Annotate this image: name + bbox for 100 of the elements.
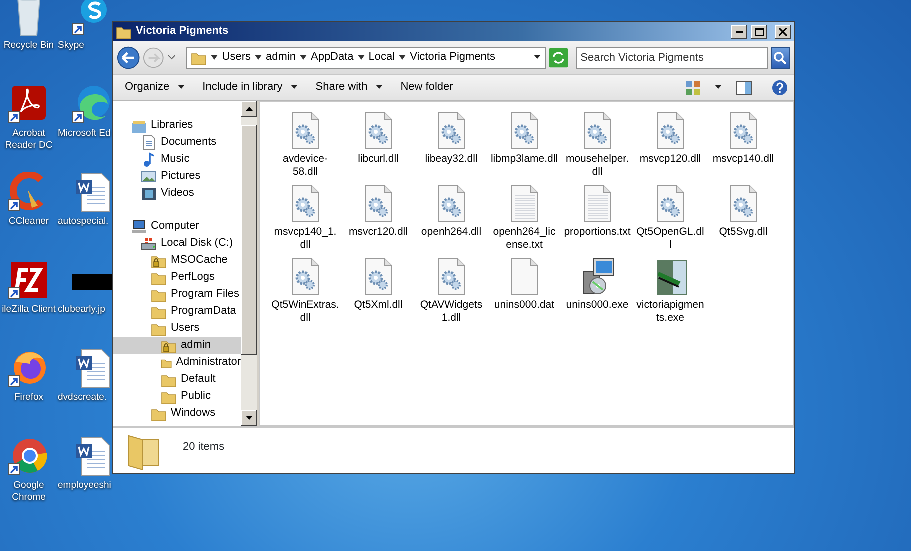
desktop-icon-label[interactable]: employeeshi [58,480,112,492]
desktop-icon-label[interactable]: Microsoft Ed [58,128,111,140]
desktop-icon-label[interactable]: Google Chrome [0,480,58,503]
desktop-icon-label[interactable]: Skype [58,40,84,52]
chevron-icon[interactable] [358,54,365,61]
dll-file-icon[interactable] [582,112,614,150]
scroll-up-button[interactable] [241,101,257,117]
file-name[interactable]: unins000.dat [490,299,558,312]
tree-item[interactable]: Music [113,151,241,168]
scroll-down-button[interactable] [241,410,257,426]
tree-item[interactable]: MSOCache [113,252,241,269]
blank-file-icon[interactable] [508,258,540,296]
history-caret-icon[interactable] [168,54,176,60]
breadcrumb-item[interactable]: Victoria Pigments [410,49,496,66]
file-name[interactable]: msvcp120.dll [636,153,704,166]
scrollbar[interactable] [241,101,257,426]
maximize-button[interactable] [751,24,767,38]
installer-icon[interactable] [582,258,614,296]
dll-file-icon[interactable] [728,112,760,150]
desktop-icon-label[interactable]: CCleaner [8,216,50,228]
tree-item[interactable]: Computer [113,218,241,235]
address-bar[interactable]: Users admin AppData Local Victoria Pigments [186,46,546,68]
help-icon[interactable] [772,80,788,96]
breadcrumb-item[interactable]: admin [266,49,296,66]
file-name[interactable]: victoriapigments.exe [636,299,704,324]
dll-file-icon[interactable] [654,185,686,223]
file-name[interactable]: msvcp140_1.dll [272,226,340,251]
dll-file-icon[interactable] [362,185,394,223]
tree-item[interactable]: Windows [113,405,241,422]
chevron-icon[interactable] [300,54,307,61]
toolbar-button[interactable]: Share with [310,77,389,98]
desktop-icon-label[interactable]: Firefox [14,392,44,404]
desktop-icon-label[interactable]: dvdscreate. [58,392,108,404]
close-button[interactable] [775,24,791,38]
chevron-icon[interactable] [399,54,406,61]
back-button[interactable] [117,46,140,70]
dll-file-icon[interactable] [362,258,394,296]
file-name[interactable]: unins000.exe [564,299,632,312]
tree-item[interactable]: Administrator [113,354,241,371]
text-file-icon[interactable] [508,185,540,223]
desktop-icon-label[interactable]: Recycle Bin [4,40,54,52]
dll-file-icon[interactable] [436,112,468,150]
file-name[interactable]: avdevice-58.dll [272,153,340,178]
desktop-icon-label[interactable]: ileZilla Client [2,304,56,316]
dll-file-icon[interactable] [290,112,322,150]
tree-item[interactable]: Default [113,371,241,388]
file-name[interactable]: mousehelper.dll [564,153,632,178]
search-field[interactable]: Search Victoria Pigments [576,46,768,68]
dll-file-icon[interactable] [436,185,468,223]
text-file-icon[interactable] [582,185,614,223]
dll-file-icon[interactable] [654,112,686,150]
tree-item[interactable]: Local Disk (C:) [113,235,241,252]
tree-item[interactable]: Libraries [113,117,241,134]
file-name[interactable]: QtAVWidgets1.dll [418,299,486,324]
search-button[interactable] [770,46,790,68]
file-name[interactable]: libcurl.dll [344,153,412,166]
file-name[interactable]: Qt5WinExtras.dll [272,299,340,324]
toolbar-button[interactable]: New folder [394,77,460,98]
tree-item[interactable]: Documents [113,134,241,151]
scrollbar-thumb[interactable] [241,125,257,355]
file-name[interactable]: libmp3lame.dll [490,153,558,166]
chevron-icon[interactable] [211,54,218,61]
application-icon[interactable] [654,258,686,296]
toolbar-button[interactable]: Organize [119,77,191,98]
desktop-icon-label[interactable]: autospecial. [58,216,109,228]
fz-logo-icon[interactable] [8,260,50,302]
browser-circle-icon[interactable] [8,436,50,478]
file-name[interactable]: Qt5Xml.dll [344,299,412,312]
dll-file-icon[interactable] [728,185,760,223]
chevron-icon[interactable] [255,54,262,61]
tree-item[interactable]: Pictures [113,168,241,185]
breadcrumb-item[interactable]: Users [222,49,252,66]
desktop-icon-label[interactable]: Acrobat Reader DC [0,128,58,151]
file-name[interactable]: openh264_license.txt [490,226,558,251]
file-name[interactable]: msvcr120.dll [344,226,412,238]
tree-item[interactable]: Videos [113,185,241,202]
dll-file-icon[interactable] [290,258,322,296]
tree-item[interactable]: admin [113,337,241,354]
file-name[interactable]: Qt5Svg.dll [710,226,778,238]
dll-file-icon[interactable] [508,112,540,150]
dll-file-icon[interactable] [436,258,468,296]
refresh-button[interactable] [549,48,569,68]
breadcrumb-item[interactable]: Local [368,49,396,66]
preview-pane-icon[interactable] [736,80,752,96]
tree-item[interactable]: PerfLogs [113,269,241,286]
tree-item[interactable]: Users [113,320,241,337]
tree-item[interactable]: ProgramData [113,303,241,320]
dll-file-icon[interactable] [290,185,322,223]
breadcrumb-item[interactable]: AppData [310,49,354,66]
desktop-icon-label[interactable]: clubearly.jp [58,304,106,316]
file-name[interactable]: Qt5OpenGL.dll [636,226,704,251]
file-name[interactable]: openh264.dll [418,226,486,238]
file-name[interactable]: libeay32.dll [418,153,486,166]
toolbar-button[interactable]: Include in library [196,77,304,98]
file-name[interactable]: proportions.txt [564,226,632,238]
dll-file-icon[interactable] [362,112,394,150]
tree-item[interactable]: Program Files [113,286,241,303]
file-name[interactable]: msvcp140.dll [710,153,778,166]
minimize-button[interactable] [731,24,747,38]
tree-item[interactable]: Public [113,388,241,405]
